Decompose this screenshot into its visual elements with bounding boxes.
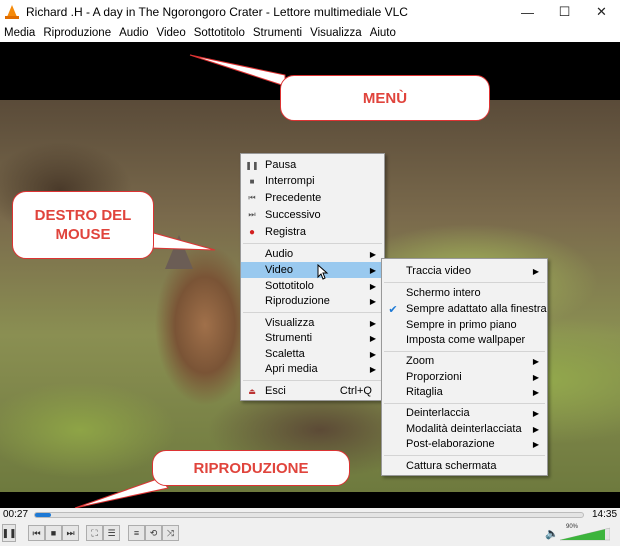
playback-callout: RIPRODUZIONE: [152, 450, 350, 486]
pause-icon: ❚❚: [245, 160, 259, 170]
menu-item-strumenti[interactable]: Strumenti ▶: [241, 330, 384, 346]
submenu-arrow-icon: ▶: [532, 372, 539, 382]
loop-button[interactable]: ⟲: [145, 525, 162, 541]
submenu-arrow-icon: ▶: [532, 408, 539, 418]
exit-icon: ⏏: [248, 386, 256, 396]
submenu-item-deinterlaccia[interactable]: Deinterlaccia ▶: [382, 405, 547, 421]
fullscreen-button[interactable]: ⛶: [86, 525, 103, 541]
submenu-item-cattura-schermata[interactable]: Cattura schermata: [382, 458, 547, 474]
submenu-arrow-icon: ▶: [532, 387, 539, 397]
stop-button[interactable]: ■: [45, 525, 62, 541]
submenu-arrow-icon: ▶: [369, 249, 376, 259]
submenu-item-sempre-adattato[interactable]: ✔ Sempre adattato alla finestra: [382, 301, 547, 317]
menu-separator: [243, 243, 382, 244]
submenu-item-proporzioni[interactable]: Proporzioni ▶: [382, 369, 547, 385]
submenu-arrow-icon: ▶: [369, 364, 376, 374]
submenu-item-traccia-video[interactable]: Traccia video ▶: [382, 263, 547, 279]
mouse-cursor-icon: [317, 264, 329, 280]
extended-settings-button[interactable]: ☰: [103, 525, 120, 541]
submenu-item-schermo-intero[interactable]: Schermo intero: [382, 285, 547, 301]
shortcut-esci: Ctrl+Q: [339, 385, 372, 397]
menu-item-video[interactable]: Video ▶: [241, 262, 384, 278]
submenu-item-primo-piano[interactable]: Sempre in primo piano: [382, 317, 547, 333]
menu-item-pausa[interactable]: ❚❚ Pausa: [241, 157, 384, 173]
shuffle-button[interactable]: ⤨: [162, 525, 179, 541]
previous-icon: ⏮: [248, 193, 256, 202]
submenu-arrow-icon: ▶: [369, 349, 376, 359]
menu-item-precedente[interactable]: ⏮ Precedente: [241, 190, 384, 206]
submenu-arrow-icon: ▶: [532, 356, 539, 366]
menu-callout: MENÙ: [280, 75, 490, 121]
submenu-arrow-icon: ▶: [532, 439, 539, 449]
menu-item-scaletta[interactable]: Scaletta ▶: [241, 346, 384, 362]
submenu-arrow-icon: ▶: [532, 424, 539, 434]
menu-separator: [243, 380, 382, 381]
menu-item-registra[interactable]: ● Registra: [241, 224, 384, 240]
menu-separator: [384, 282, 545, 283]
controls-bar: ❚❚ ⏮ ■ ⏭ ⛶ ☰ ≡ ⟲ ⤨ 🔈 90%: [0, 522, 620, 546]
submenu-item-ritaglia[interactable]: Ritaglia ▶: [382, 384, 547, 400]
mouse-callout: DESTRO DEL MOUSE: [12, 191, 154, 259]
context-menu: ❚❚ Pausa ■ Interrompi ⏮ Precedente ⏭ Suc…: [240, 153, 385, 401]
next-icon: ⏭: [248, 210, 256, 219]
submenu-arrow-icon: ▶: [369, 296, 376, 306]
playback-callout-pointer: [74, 477, 169, 509]
submenu-arrow-icon: ▶: [369, 265, 376, 275]
submenu-arrow-icon: ▶: [532, 266, 539, 276]
mouse-callout-pointer: [149, 231, 216, 251]
menu-item-apri-media[interactable]: Apri media ▶: [241, 361, 384, 377]
menu-item-riproduzione[interactable]: Riproduzione ▶: [241, 293, 384, 309]
seek-row: 00:27 14:35: [0, 508, 620, 522]
submenu-arrow-icon: ▶: [369, 281, 376, 291]
mouse-callout-text: DESTRO DEL MOUSE: [34, 207, 132, 243]
speaker-icon[interactable]: 🔈: [545, 527, 559, 540]
menu-separator: [243, 312, 382, 313]
volume-level: 90%: [566, 524, 579, 530]
menu-separator: [384, 351, 545, 352]
checkmark-icon: ✔: [388, 303, 398, 316]
menu-item-audio[interactable]: Audio ▶: [241, 246, 384, 262]
menu-item-visualizza[interactable]: Visualizza ▶: [241, 315, 384, 331]
menu-separator: [384, 455, 545, 456]
submenu-item-modalita-deinterlacciata[interactable]: Modalità deinterlacciata ▶: [382, 421, 547, 437]
record-icon: ●: [248, 226, 256, 238]
playlist-button[interactable]: ≡: [128, 525, 145, 541]
pause-button[interactable]: ❚❚: [1, 524, 17, 542]
submenu-item-zoom[interactable]: Zoom ▶: [382, 353, 547, 369]
submenu-arrow-icon: ▶: [369, 318, 376, 328]
menu-separator: [384, 403, 545, 404]
video-submenu: Traccia video ▶ Schermo intero ✔ Sempre …: [381, 258, 548, 476]
seek-progress: [35, 513, 52, 517]
previous-button[interactable]: ⏮: [28, 525, 45, 541]
next-button[interactable]: ⏭: [62, 525, 79, 541]
total-time: 14:35: [592, 509, 618, 520]
elapsed-time: 00:27: [3, 509, 29, 520]
menu-item-interrompi[interactable]: ■ Interrompi: [241, 173, 384, 189]
stop-icon: ■: [249, 176, 255, 186]
submenu-arrow-icon: ▶: [369, 333, 376, 343]
menu-callout-pointer: [189, 54, 286, 87]
submenu-item-post-elaborazione[interactable]: Post-elaborazione ▶: [382, 436, 547, 452]
menu-item-successivo[interactable]: ⏭ Successivo: [241, 207, 384, 223]
menu-item-sottotitolo[interactable]: Sottotitolo ▶: [241, 278, 384, 294]
submenu-item-wallpaper[interactable]: Imposta come wallpaper: [382, 332, 547, 348]
seek-slider[interactable]: [34, 512, 584, 518]
menu-item-esci[interactable]: ⏏ Esci Ctrl+Q: [241, 383, 384, 399]
